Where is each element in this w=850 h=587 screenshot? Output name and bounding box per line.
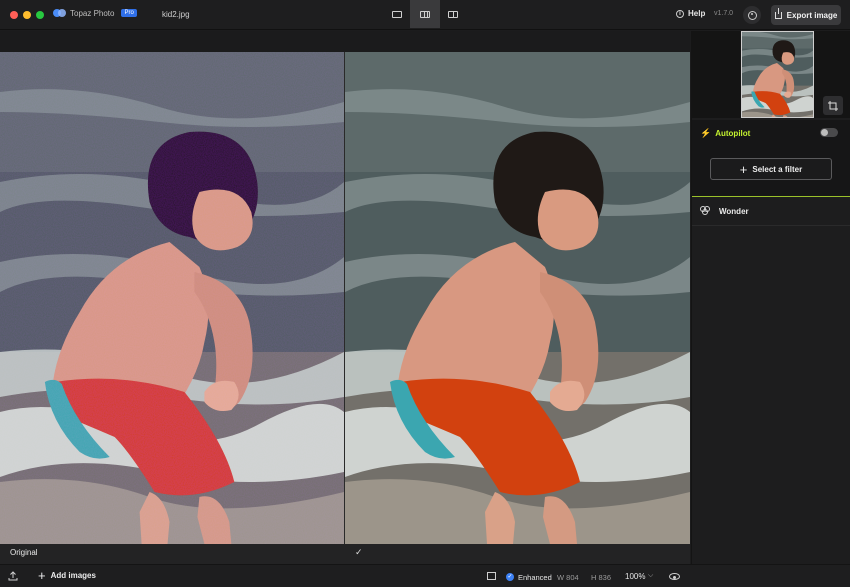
single-view-button[interactable] xyxy=(382,0,412,28)
minimize-window-button[interactable] xyxy=(23,11,31,19)
crop-icon xyxy=(828,100,838,111)
file-tab[interactable]: kid2.jpg xyxy=(162,10,190,19)
width-readout: W 804 xyxy=(557,573,579,582)
fit-icon[interactable] xyxy=(487,572,496,580)
zoom-window-button[interactable] xyxy=(36,11,44,19)
add-images-label: Add images xyxy=(50,571,96,580)
zoom-select[interactable]: 100% xyxy=(625,572,645,581)
wonder-label: Wonder xyxy=(719,206,749,216)
enhanced-image-pane[interactable] xyxy=(345,52,690,544)
check-icon: ✓ xyxy=(355,547,363,557)
autopilot-label: Autopilot xyxy=(715,129,751,138)
account-icon xyxy=(747,10,757,20)
close-window-button[interactable] xyxy=(10,11,18,19)
eye-icon[interactable] xyxy=(669,573,680,580)
compare-label-bar: Original ✓ xyxy=(0,544,690,564)
wonder-icon xyxy=(700,206,711,216)
original-photo xyxy=(0,52,344,544)
select-filter-label: Select a filter xyxy=(752,164,803,174)
single-view-icon xyxy=(392,10,402,18)
export-image-button[interactable]: Export image xyxy=(771,5,841,25)
split-view-button[interactable] xyxy=(410,0,440,28)
upload-icon[interactable] xyxy=(8,571,18,581)
navigator xyxy=(692,31,850,118)
crop-button[interactable] xyxy=(823,96,843,115)
help-button[interactable]: i Help xyxy=(676,9,705,18)
height-readout: H 836 xyxy=(591,573,612,582)
pro-badge: Pro xyxy=(121,9,137,17)
enhanced-photo xyxy=(345,52,690,544)
export-icon xyxy=(774,7,782,19)
add-images-button[interactable]: + Add images xyxy=(38,568,96,583)
select-filter-button[interactable]: + Select a filter xyxy=(710,158,832,180)
thumbnail-photo xyxy=(742,32,813,117)
export-label: Export image xyxy=(786,10,838,20)
enhanced-label: Enhanced xyxy=(518,573,552,582)
app-name: Topaz Photo xyxy=(70,8,115,18)
chevron-down-icon[interactable]: ⌵ xyxy=(648,572,653,580)
filter-item-wonder[interactable]: Wonder xyxy=(692,197,850,226)
bottom-bar: + Add images ✓ Enhanced W 804 H 836 100%… xyxy=(0,564,850,587)
account-button[interactable] xyxy=(743,6,761,24)
topaz-logo-icon xyxy=(53,8,66,18)
plus-icon: + xyxy=(38,568,46,583)
enhanced-check-icon: ✓ xyxy=(506,573,514,581)
help-icon: i xyxy=(676,9,684,18)
plus-icon: + xyxy=(739,161,748,177)
autopilot-toggle[interactable] xyxy=(820,128,838,137)
autopilot-header: ⚡ Autopilot xyxy=(700,128,750,139)
original-image-pane[interactable] xyxy=(0,52,344,544)
autopilot-section: ⚡ Autopilot + Select a filter xyxy=(692,120,850,197)
side-by-side-icon xyxy=(448,10,458,18)
canvas-header-strip xyxy=(0,31,690,52)
split-view-icon xyxy=(420,10,430,18)
app-brand: Topaz Photo Pro xyxy=(53,8,137,18)
title-bar: Topaz Photo Pro kid2.jpg i Help v1.7.0 E… xyxy=(0,0,850,30)
right-panel: ⚡ Autopilot + Select a filter Wonder xyxy=(691,31,850,564)
help-label: Help xyxy=(688,9,706,18)
bolt-icon: ⚡ xyxy=(700,128,712,138)
navigator-thumbnail[interactable] xyxy=(741,31,814,118)
side-by-side-view-button[interactable] xyxy=(438,0,468,28)
version-label: v1.7.0 xyxy=(714,10,734,17)
original-label: Original xyxy=(10,548,38,557)
